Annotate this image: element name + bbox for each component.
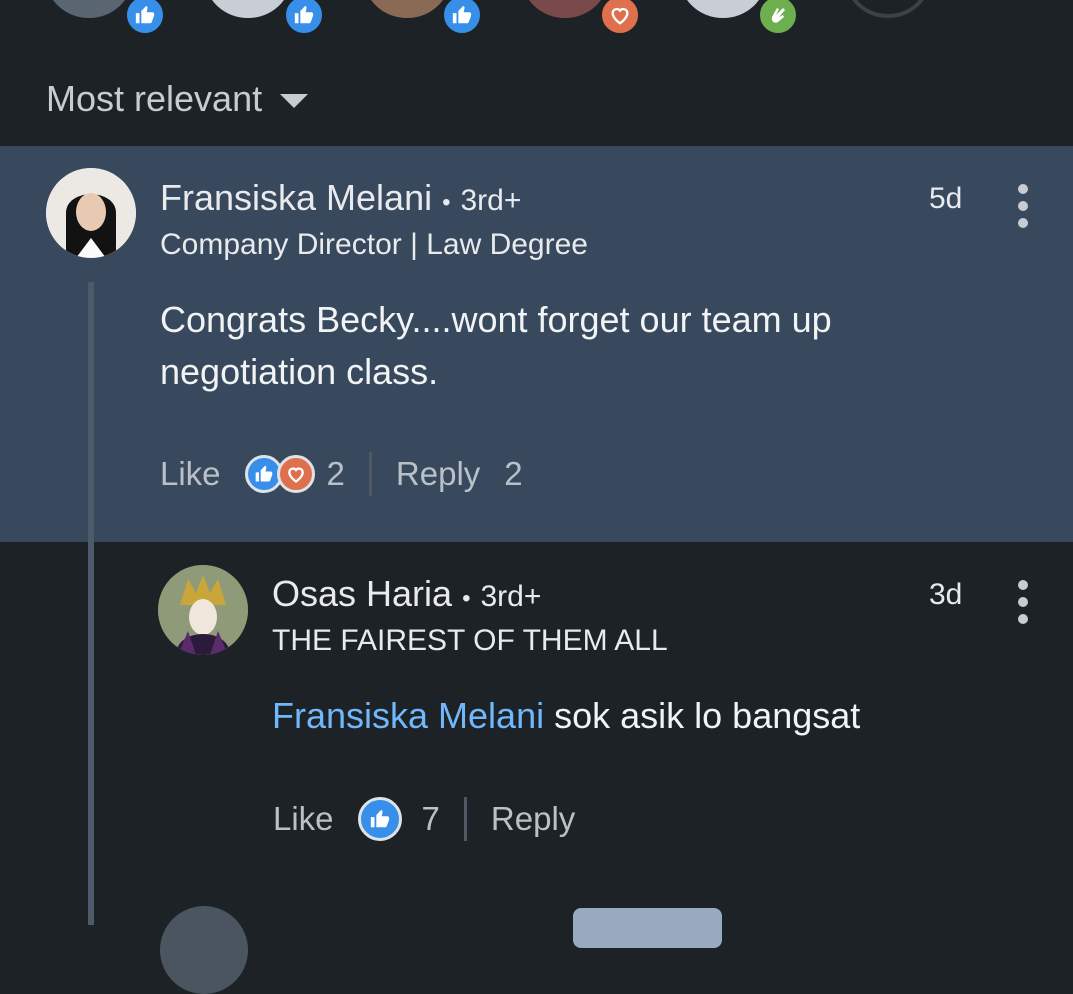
more-options-icon[interactable] (1015, 580, 1031, 624)
comment-timestamp: 5d (929, 182, 963, 215)
like-icon (124, 0, 166, 36)
reactor-avatar[interactable] (680, 0, 766, 18)
reply-button[interactable]: Reply (396, 455, 480, 493)
more-reactors-button[interactable] (845, 0, 931, 18)
bullet: • (462, 585, 471, 612)
comment-text: Fransiska Melani sok asik lo bangsat (272, 690, 972, 742)
avatar[interactable] (158, 565, 248, 655)
divider (368, 452, 372, 496)
divider (463, 797, 467, 841)
author-headline: THE FAIREST OF THEM ALL (272, 624, 668, 657)
sort-dropdown[interactable]: Most relevant (46, 78, 309, 120)
reply-count: 2 (504, 455, 523, 492)
bullet: • (442, 189, 451, 216)
reaction-count[interactable]: 2 (327, 455, 345, 493)
like-icon (441, 0, 483, 36)
like-button[interactable]: Like (160, 455, 221, 493)
connection-degree: 3rd+ (460, 184, 522, 217)
thread-line (88, 282, 94, 925)
reaction-summary[interactable] (244, 455, 315, 493)
author-headline: Company Director | Law Degree (160, 228, 588, 261)
love-icon (276, 455, 315, 493)
mention-link[interactable]: Fransiska Melani (272, 695, 544, 736)
author-name[interactable]: Fransiska Melani (160, 177, 432, 219)
author-name[interactable]: Osas Haria (272, 573, 452, 615)
more-options-icon[interactable] (1015, 184, 1031, 228)
reaction-summary[interactable] (357, 797, 402, 841)
comment-author: Osas Haria • 3rd+ (272, 573, 541, 615)
comment-actions: Like 7 Reply (273, 797, 575, 841)
like-icon (357, 797, 402, 841)
reply-button[interactable]: Reply (491, 800, 575, 838)
reactor-avatar[interactable] (46, 0, 132, 18)
comment-timestamp: 3d (929, 578, 963, 611)
comment-body: sok asik lo bangsat (554, 695, 861, 736)
clap-icon (757, 0, 799, 36)
reactor-avatar[interactable] (522, 0, 608, 18)
love-icon (599, 0, 641, 36)
like-button[interactable]: Like (273, 800, 334, 838)
comment-actions: Like 2 Reply 2 (160, 452, 523, 496)
like-icon (283, 0, 325, 36)
connection-degree: 3rd+ (480, 580, 542, 613)
sort-label: Most relevant (46, 78, 263, 119)
comment-author: Fransiska Melani • 3rd+ (160, 177, 521, 219)
comment-text: Congrats Becky....wont forget our team u… (160, 299, 832, 392)
avatar[interactable] (46, 168, 136, 258)
avatar[interactable] (160, 906, 248, 994)
caret-down-icon (280, 94, 309, 108)
author-badge (573, 908, 722, 948)
reactor-avatar[interactable] (364, 0, 450, 18)
reaction-count[interactable]: 7 (422, 800, 440, 838)
reactor-avatar[interactable] (205, 0, 291, 18)
